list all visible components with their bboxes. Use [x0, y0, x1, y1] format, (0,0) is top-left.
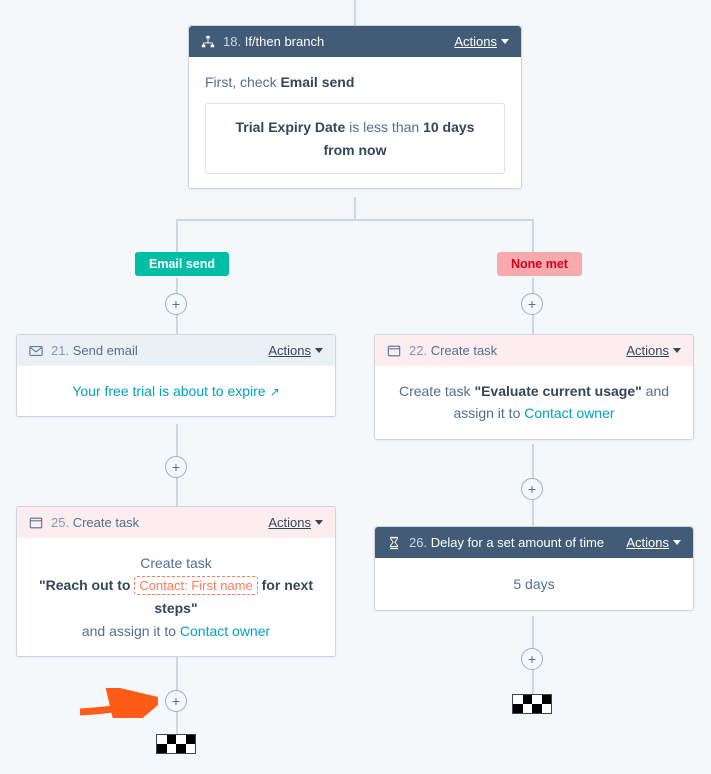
owner-link[interactable]: Contact owner: [180, 623, 270, 639]
card-title: 25. Create task: [51, 515, 139, 530]
card-title: 26. Delay for a set amount of time: [409, 535, 604, 550]
actions-dropdown[interactable]: Actions: [626, 535, 681, 550]
add-step-button[interactable]: +: [521, 648, 543, 670]
card-header: 25. Create task Actions: [17, 507, 335, 538]
branch-card[interactable]: 18. If/then branch Actions First, check …: [188, 25, 522, 189]
branch-label-match: Email send: [135, 252, 229, 276]
chevron-down-icon: [673, 348, 681, 353]
chevron-down-icon: [315, 348, 323, 353]
card-header: 26. Delay for a set amount of time Actio…: [375, 527, 693, 558]
branch-card-body: First, check Email send Trial Expiry Dat…: [189, 57, 521, 188]
branch-label-none: None met: [497, 252, 582, 276]
branch-card-header: 18. If/then branch Actions: [189, 26, 521, 57]
card-title: 22. Create task: [409, 343, 497, 358]
actions-dropdown[interactable]: Actions: [268, 515, 323, 530]
create-task-card[interactable]: 22. Create task Actions Create task "Eva…: [374, 334, 694, 440]
owner-link[interactable]: Contact owner: [524, 405, 614, 421]
branch-card-title: 18. If/then branch: [223, 34, 324, 49]
merge-token[interactable]: Contact: First name: [134, 576, 257, 595]
card-body: Create task "Reach out to Contact: First…: [17, 538, 335, 656]
finish-flag-icon: [512, 694, 552, 714]
add-step-button[interactable]: +: [165, 690, 187, 712]
card-body: 5 days: [375, 558, 693, 610]
card-header: 21. Send email Actions: [17, 335, 335, 366]
condition-box: Trial Expiry Date is less than 10 days f…: [205, 103, 505, 174]
card-body: Your free trial is about to expire↗: [17, 366, 335, 416]
add-step-button[interactable]: +: [165, 293, 187, 315]
card-header: 22. Create task Actions: [375, 335, 693, 366]
chevron-down-icon: [501, 39, 509, 44]
delay-card[interactable]: 26. Delay for a set amount of time Actio…: [374, 526, 694, 611]
actions-dropdown[interactable]: Actions: [268, 343, 323, 358]
hourglass-icon: [387, 536, 401, 550]
actions-dropdown[interactable]: Actions: [626, 343, 681, 358]
card-title: 21. Send email: [51, 343, 138, 358]
create-task-card-25[interactable]: 25. Create task Actions Create task "Rea…: [16, 506, 336, 657]
add-step-button[interactable]: +: [521, 293, 543, 315]
external-link-icon: ↗: [270, 385, 280, 399]
envelope-icon: [29, 344, 43, 358]
add-step-button[interactable]: +: [521, 478, 543, 500]
card-body: Create task "Evaluate current usage" and…: [375, 366, 693, 439]
actions-dropdown[interactable]: Actions: [454, 34, 509, 49]
chevron-down-icon: [315, 520, 323, 525]
annotation-arrow: [78, 688, 158, 718]
finish-flag-icon: [156, 734, 196, 754]
chevron-down-icon: [673, 540, 681, 545]
send-email-card[interactable]: 21. Send email Actions Your free trial i…: [16, 334, 336, 417]
window-icon: [29, 516, 43, 530]
window-icon: [387, 344, 401, 358]
add-step-button[interactable]: +: [165, 456, 187, 478]
email-link[interactable]: Your free trial is about to expire↗: [72, 383, 279, 399]
sitemap-icon: [201, 35, 215, 49]
